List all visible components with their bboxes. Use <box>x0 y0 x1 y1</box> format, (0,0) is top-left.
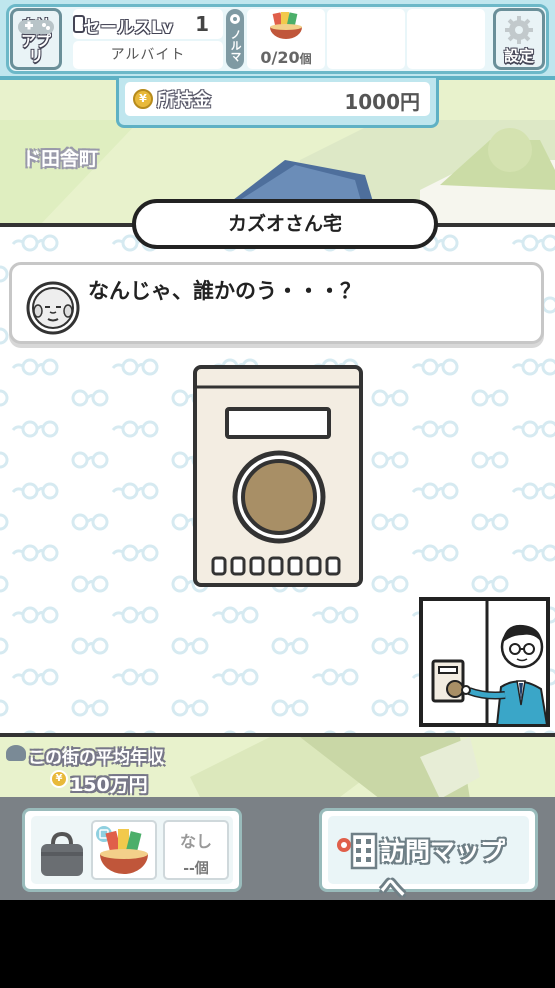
speech-text: なんじゃ、誰かのう・・・？ <box>88 279 361 303</box>
money-inner: ¥ 所持金 1000円 <box>125 82 430 116</box>
visit-map-inner: 訪問マップへ <box>328 816 529 900</box>
sales-level-panel: セールスLv 1 アルバイト <box>73 9 223 69</box>
building-map-icon <box>337 832 378 870</box>
norma-slot-2 <box>327 9 405 69</box>
norma-label: ノルマ <box>229 29 242 62</box>
item-count-box: なし --個 <box>163 820 229 880</box>
norma-slot-3 <box>407 9 485 69</box>
visit-map-label: 訪問マップへ <box>380 837 506 900</box>
company-app-button[interactable]: 自社アプリ <box>10 8 62 70</box>
pin-icon <box>230 14 240 24</box>
norma-count: 0/20個 <box>260 48 312 67</box>
item-count: --個 <box>183 861 209 877</box>
product-bowl-icon <box>94 824 148 874</box>
item-none-label: なし <box>179 832 212 851</box>
place-name-tab: カズオさん宅 <box>132 199 438 249</box>
speech-bubble: なんじゃ、誰かのう・・・？ <box>9 262 544 344</box>
gamepad-icon <box>18 20 54 34</box>
money-value: 1000円 <box>344 90 420 114</box>
norma-tag: ノルマ <box>226 9 244 69</box>
game-screen: 自社アプリ セールスLv 1 アルバイト ノルマ <box>0 0 555 900</box>
item-bag-inner: なし --個 <box>31 816 233 884</box>
bag-icon <box>41 831 83 876</box>
gear-icon <box>505 16 533 44</box>
item-slot[interactable] <box>91 820 157 880</box>
job-title: アルバイト <box>73 41 223 69</box>
settings-button[interactable]: 設定 <box>493 8 545 70</box>
intercom-button[interactable] <box>193 365 363 587</box>
coin-icon: ¥ <box>133 89 153 109</box>
yen-coin-icon: ¥ <box>50 770 68 788</box>
money-panel: ¥ 所持金 1000円 <box>116 78 439 128</box>
average-income: この街の平均年収 ¥ 150万円 <box>4 743 164 797</box>
item-bag-panel[interactable]: なし --個 <box>22 808 242 892</box>
salesman-door-thumbnail <box>419 597 550 727</box>
old-man-face-icon <box>26 281 80 335</box>
norma-slot-1: 0/20個 <box>247 9 325 69</box>
sales-level-label: セールスLv <box>83 18 173 38</box>
average-income-label: この街の平均年収 <box>28 748 164 768</box>
product-bowl-icon <box>270 12 302 39</box>
town-pin-icon <box>6 745 26 761</box>
top-hud: 自社アプリ セールスLv 1 アルバイト ノルマ <box>0 0 555 80</box>
sales-level-row: セールスLv 1 <box>73 9 223 39</box>
sales-level-value: 1 <box>195 12 209 36</box>
average-income-value: 150万円 <box>70 774 148 796</box>
money-label: 所持金 <box>157 90 211 111</box>
town-name: ド田舎町 <box>22 148 99 170</box>
visit-map-button[interactable]: 訪問マップへ <box>319 808 538 900</box>
settings-label: 設定 <box>503 47 534 65</box>
